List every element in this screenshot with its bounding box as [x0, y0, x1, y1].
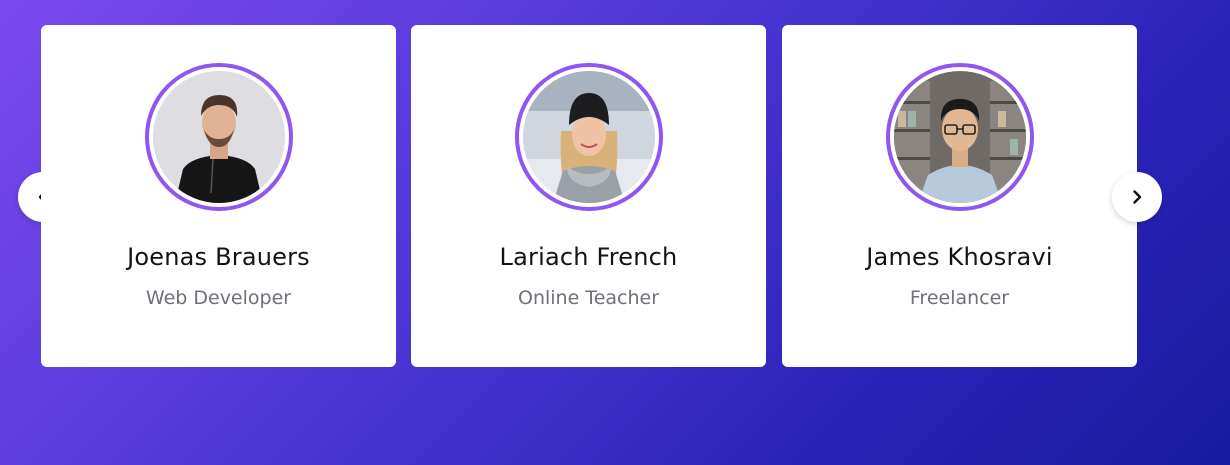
profile-card-slider: Joenas Brauers Web Developer Lariach Fre… — [0, 0, 1230, 465]
avatar-frame — [514, 63, 663, 211]
profile-role: Freelancer — [909, 287, 1010, 309]
profile-role: Web Developer — [145, 287, 292, 309]
avatar — [522, 71, 655, 203]
profile-role: Online Teacher — [517, 287, 660, 309]
avatar-frame — [885, 63, 1034, 211]
profile-name: Lariach French — [499, 243, 678, 271]
avatar-frame — [144, 63, 293, 211]
avatar — [152, 71, 285, 203]
profile-name: Joenas Brauers — [127, 243, 310, 271]
next-slide-button[interactable] — [1112, 172, 1162, 222]
avatar — [893, 71, 1026, 203]
profile-card: Joenas Brauers Web Developer — [41, 25, 396, 367]
profile-card: James Khosravi Freelancer — [782, 25, 1137, 367]
chevron-right-icon — [1133, 190, 1142, 204]
profile-card: Lariach French Online Teacher — [411, 25, 766, 367]
avatar-photo — [522, 71, 655, 203]
avatar-photo — [152, 71, 285, 203]
avatar-photo — [893, 71, 1026, 203]
profile-name: James Khosravi — [866, 243, 1053, 271]
